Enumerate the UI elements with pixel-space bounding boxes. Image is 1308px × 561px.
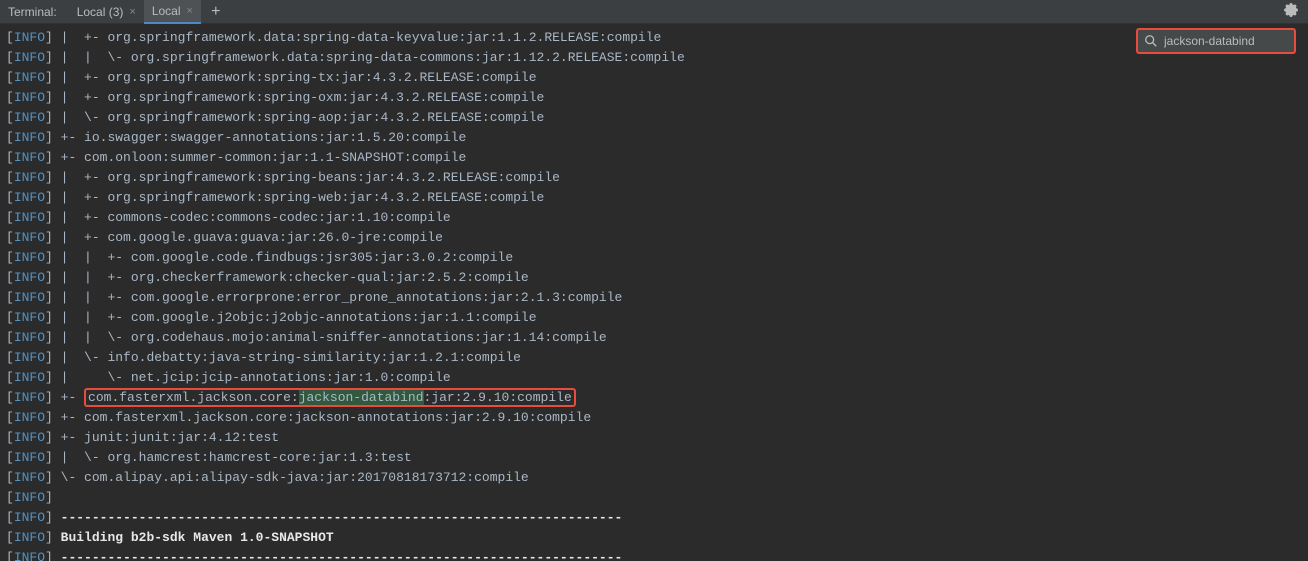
output-line: [INFO] | \- org.springframework:spring-a… [6, 108, 1302, 128]
match-highlight-box: com.fasterxml.jackson.core:jackson-datab… [84, 388, 576, 407]
output-line: [INFO] | +- commons-codec:commons-codec:… [6, 208, 1302, 228]
output-line: [INFO] | \- net.jcip:jcip-annotations:ja… [6, 368, 1302, 388]
search-icon [1144, 34, 1158, 48]
output-line: [INFO] ---------------------------------… [6, 548, 1302, 561]
output-line: [INFO] | | +- com.google.code.findbugs:j… [6, 248, 1302, 268]
output-line: [INFO] | +- org.springframework:spring-b… [6, 168, 1302, 188]
output-line: [INFO] | | +- com.google.errorprone:erro… [6, 288, 1302, 308]
tab-local[interactable]: Local × [144, 0, 201, 24]
output-line: [INFO] | +- org.springframework.data:spr… [6, 28, 1302, 48]
terminal-tab-bar: Terminal: Local (3) × Local × + [0, 0, 1308, 24]
search-input[interactable] [1164, 34, 1288, 48]
output-line: [INFO] | +- org.springframework:spring-o… [6, 88, 1302, 108]
output-line: [INFO] | | +- com.google.j2objc:j2objc-a… [6, 308, 1302, 328]
terminal-label: Terminal: [8, 5, 57, 19]
output-line: [INFO] +- com.fasterxml.jackson.core:jac… [6, 408, 1302, 428]
output-line: [INFO] +- com.onloon:summer-common:jar:1… [6, 148, 1302, 168]
output-line: [INFO] | | \- org.codehaus.mojo:animal-s… [6, 328, 1302, 348]
output-line: [INFO] Building b2b-sdk Maven 1.0-SNAPSH… [6, 528, 1302, 548]
output-line: [INFO] +- com.fasterxml.jackson.core:jac… [6, 388, 1302, 408]
output-line: [INFO] | +- com.google.guava:guava:jar:2… [6, 228, 1302, 248]
tab-label: Local [152, 4, 181, 18]
output-line: [INFO] +- junit:junit:jar:4.12:test [6, 428, 1302, 448]
output-line: [INFO] | | \- org.springframework.data:s… [6, 48, 1302, 68]
close-icon[interactable]: × [129, 6, 135, 18]
output-line: [INFO] | +- org.springframework:spring-w… [6, 188, 1302, 208]
tab-local-3[interactable]: Local (3) × [69, 0, 144, 24]
close-icon[interactable]: × [187, 5, 193, 17]
output-line: [INFO] ---------------------------------… [6, 508, 1302, 528]
output-line: [INFO] [6, 488, 1302, 508]
output-line: [INFO] | +- org.springframework:spring-t… [6, 68, 1302, 88]
output-line: [INFO] | \- org.hamcrest:hamcrest-core:j… [6, 448, 1302, 468]
search-box [1136, 28, 1296, 54]
output-line: [INFO] \- com.alipay.api:alipay-sdk-java… [6, 468, 1302, 488]
output-line: [INFO] | \- info.debatty:java-string-sim… [6, 348, 1302, 368]
tab-label: Local (3) [77, 5, 124, 19]
output-line: [INFO] | | +- org.checkerframework:check… [6, 268, 1302, 288]
add-tab-button[interactable]: + [201, 3, 231, 21]
gear-icon[interactable] [1284, 3, 1298, 21]
terminal-output[interactable]: [INFO] | +- org.springframework.data:spr… [0, 24, 1308, 561]
output-line: [INFO] +- io.swagger:swagger-annotations… [6, 128, 1302, 148]
